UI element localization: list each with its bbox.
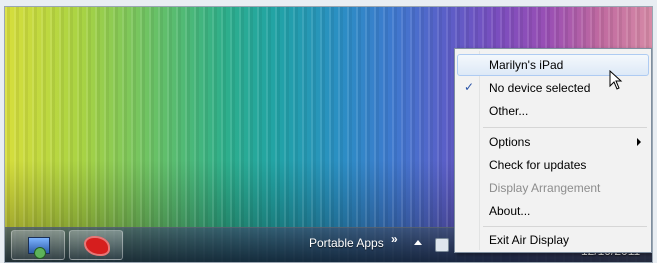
show-hidden-icons-arrow-icon[interactable] — [414, 240, 422, 245]
menu-item-label: No device selected — [489, 81, 591, 95]
network-globe-icon — [34, 247, 46, 259]
menu-item-label: Exit Air Display — [489, 233, 570, 247]
mouse-pointer-icon — [609, 70, 623, 90]
menu-item-other[interactable]: Other... — [457, 100, 649, 122]
toolbar-chevron-icon[interactable]: » — [391, 232, 398, 246]
menu-item-options[interactable]: Options — [457, 131, 649, 153]
network-icon[interactable] — [435, 238, 449, 252]
menu-item-label: Marilyn's iPad — [489, 58, 564, 72]
menu-item-label: Other... — [489, 104, 529, 118]
portable-apps-toolbar-label[interactable]: Portable Apps — [309, 236, 384, 250]
desktop-screenshot: Portable Apps » 12/19/2011 Marilyn's iPa… — [4, 6, 653, 263]
red-splat-icon — [84, 236, 110, 256]
menu-item-label: Display Arrangement — [489, 181, 601, 195]
menu-item-exit-air-display[interactable]: Exit Air Display — [457, 229, 649, 251]
menu-item-display-arrangement: Display Arrangement — [457, 177, 649, 199]
menu-item-label: Options — [489, 135, 531, 149]
menu-item-about[interactable]: About... — [457, 200, 649, 222]
menu-item-label: Check for updates — [489, 158, 587, 172]
taskbar-app-red-button[interactable] — [69, 230, 123, 260]
menu-item-check-for-updates[interactable]: Check for updates — [457, 154, 649, 176]
menu-separator — [483, 127, 647, 128]
checkmark-icon: ✓ — [464, 80, 475, 94]
menu-separator — [483, 226, 647, 227]
menu-item-label: About... — [489, 204, 531, 218]
submenu-arrow-icon — [637, 138, 641, 146]
taskbar-app-network-button[interactable] — [11, 230, 65, 260]
